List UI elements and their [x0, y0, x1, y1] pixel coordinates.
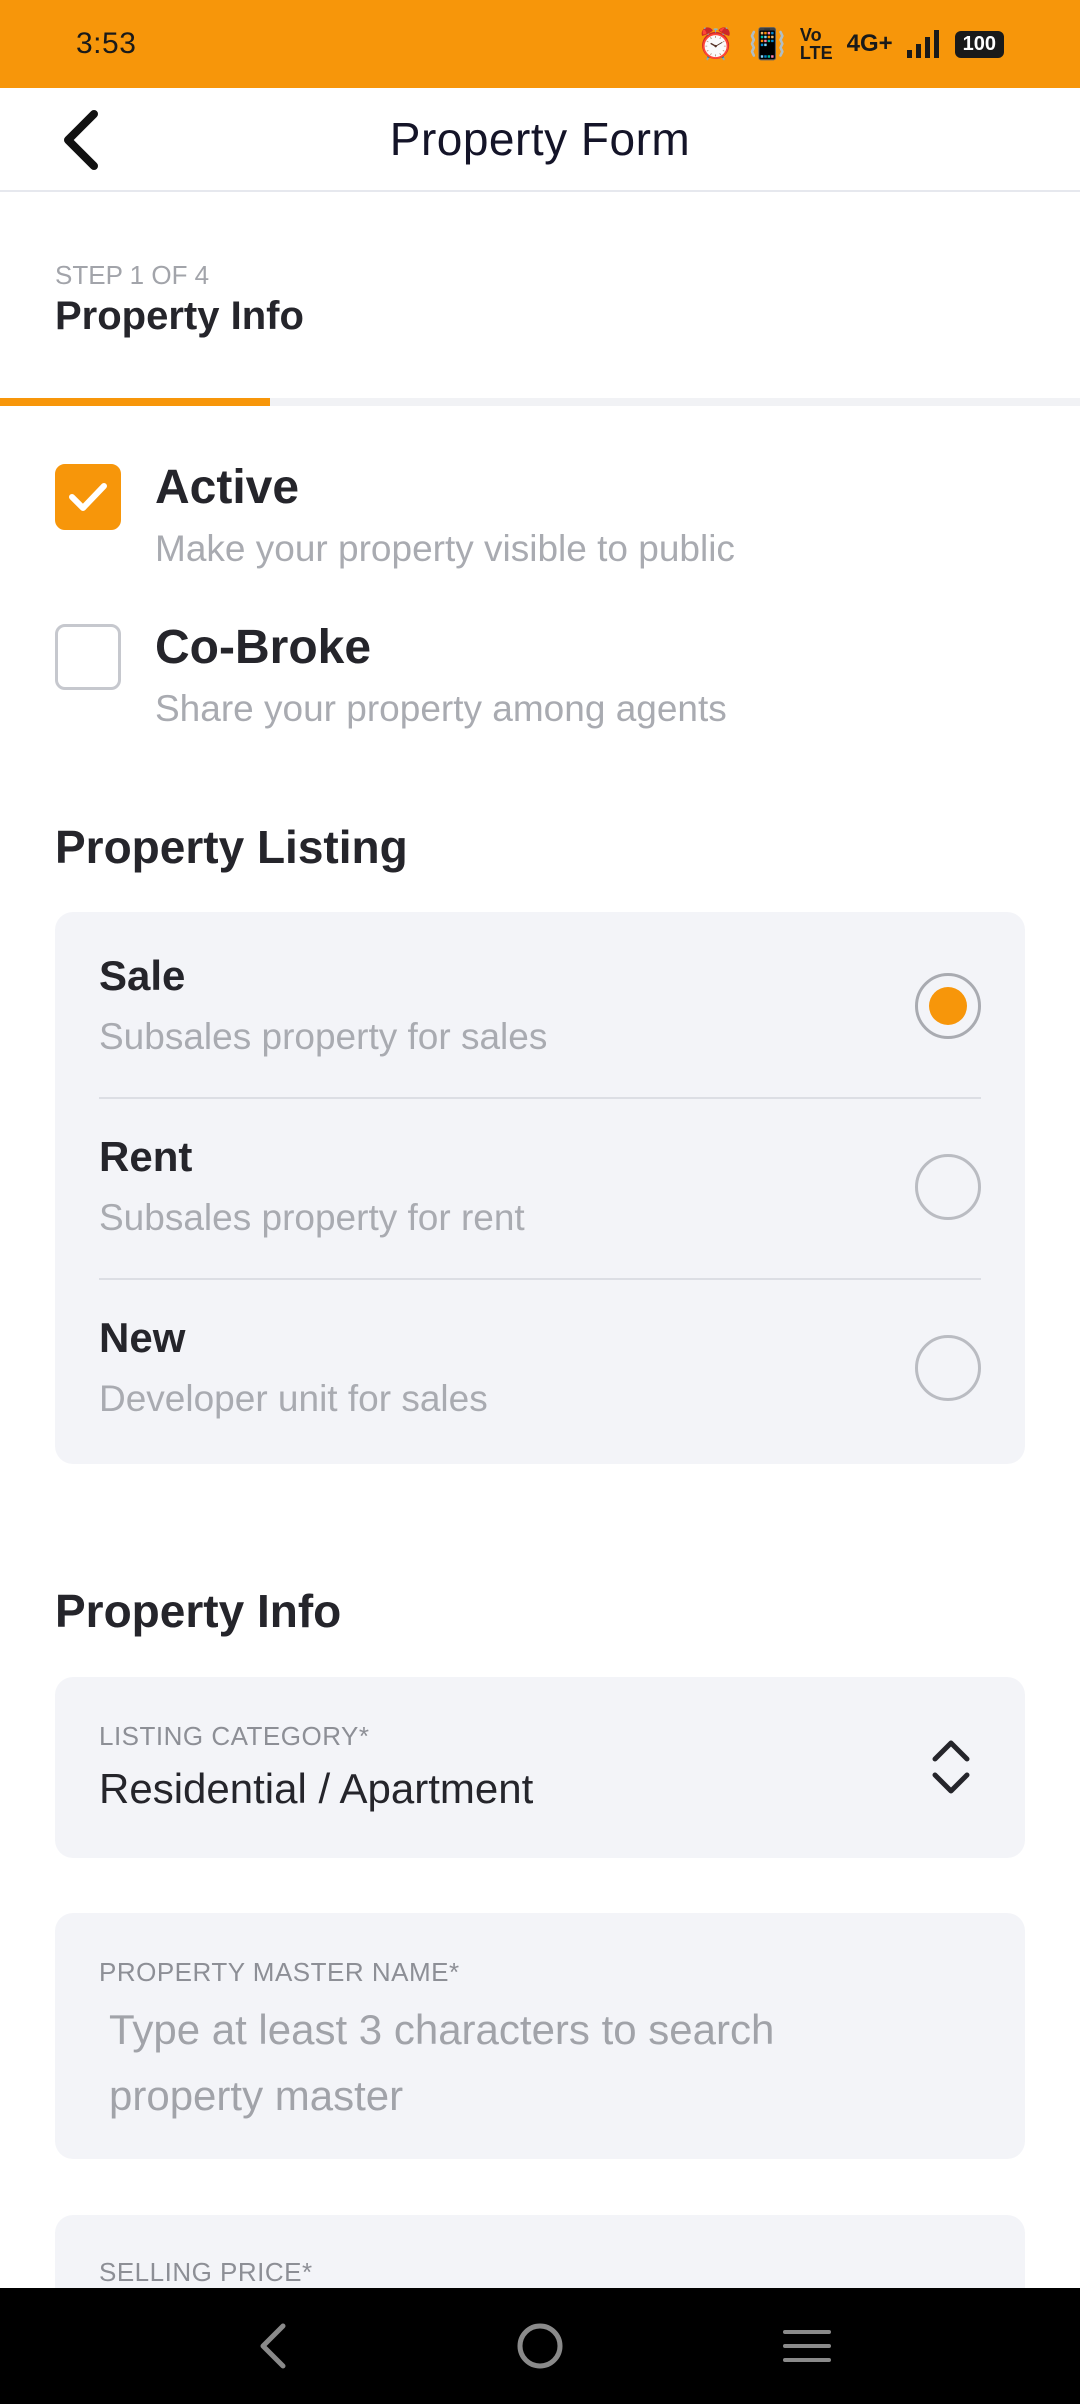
status-time: 3:53 [76, 27, 137, 60]
chevron-left-icon [64, 110, 98, 170]
rent-radio[interactable] [915, 1154, 981, 1220]
cobroke-option[interactable]: Co-Broke Share your property among agent… [55, 620, 1035, 750]
listing-option-subtitle: Subsales property for rent [99, 1197, 525, 1238]
signal-icon [906, 30, 939, 58]
cobroke-subtitle: Share your property among agents [155, 688, 727, 729]
cobroke-title: Co-Broke [155, 621, 372, 674]
nav-home-icon [517, 2323, 563, 2369]
active-title: Active [155, 461, 300, 514]
listing-heading: Property Listing [55, 821, 408, 873]
listing-option-rent[interactable]: Rent Subsales property for rent [99, 1093, 981, 1273]
step-progress-fill [0, 398, 270, 406]
step-title: Property Info [55, 294, 304, 338]
sale-radio[interactable] [915, 973, 981, 1039]
listing-card: Sale Subsales property for sales Rent Su… [55, 912, 1025, 1464]
vibrate-icon: 📳 [748, 27, 786, 61]
alarm-icon: ⏰ [697, 27, 735, 61]
listing-category-select[interactable]: LISTING CATEGORY* Residential / Apartmen… [55, 1677, 1025, 1858]
listing-option-title: New [99, 1314, 186, 1361]
active-subtitle: Make your property visible to public [155, 528, 735, 569]
nav-back-button[interactable] [233, 2306, 313, 2386]
listing-option-title: Rent [99, 1133, 193, 1180]
step-progress-bar [0, 398, 1080, 406]
active-checkbox[interactable] [55, 464, 121, 530]
nav-back-icon [260, 2323, 286, 2369]
listing-option-subtitle: Subsales property for sales [99, 1016, 548, 1057]
listing-option-subtitle: Developer unit for sales [99, 1378, 488, 1419]
radio-selected-dot [929, 987, 967, 1025]
step-label: STEP 1 OF 4 [55, 260, 210, 290]
nav-menu-button[interactable] [767, 2306, 847, 2386]
field-label: LISTING CATEGORY* [99, 1721, 370, 1751]
chevron-up-down-icon [932, 1740, 970, 1794]
network-type: 4G+ [846, 30, 893, 57]
checkmark-icon [69, 483, 107, 511]
app-bar: Property Form [0, 88, 1080, 192]
listing-category-value: Residential / Apartment [99, 1765, 534, 1812]
system-navigation-bar [0, 2288, 1080, 2404]
field-label: SELLING PRICE* [99, 2257, 313, 2287]
menu-icon [782, 2330, 831, 2362]
listing-option-sale[interactable]: Sale Subsales property for sales [99, 912, 981, 1092]
listing-option-new[interactable]: New Developer unit for sales [99, 1274, 981, 1454]
info-heading: Property Info [55, 1585, 342, 1637]
cobroke-checkbox[interactable] [55, 624, 121, 690]
status-bar: 3:53 ⏰ 📳 Vo LTE 4G+ 100 [0, 0, 1080, 88]
property-master-name-field[interactable]: PROPERTY MASTER NAME* Type at least 3 ch… [55, 1913, 1025, 2159]
field-label: PROPERTY MASTER NAME* [99, 1957, 460, 1987]
listing-option-title: Sale [99, 952, 186, 999]
step-header: STEP 1 OF 4 Property Info [0, 192, 1080, 398]
battery-icon: 100 [954, 30, 1004, 58]
volte-icon: Vo LTE [799, 25, 833, 63]
back-button[interactable] [44, 102, 120, 178]
property-master-name-input[interactable]: Type at least 3 characters to search pro… [109, 1997, 929, 2129]
nav-home-button[interactable] [500, 2306, 580, 2386]
active-option[interactable]: Active Make your property visible to pub… [55, 460, 1035, 590]
new-radio[interactable] [915, 1335, 981, 1401]
status-icons: ⏰ 📳 Vo LTE 4G+ 100 [697, 26, 1004, 62]
page-title: Property Form [389, 113, 691, 165]
